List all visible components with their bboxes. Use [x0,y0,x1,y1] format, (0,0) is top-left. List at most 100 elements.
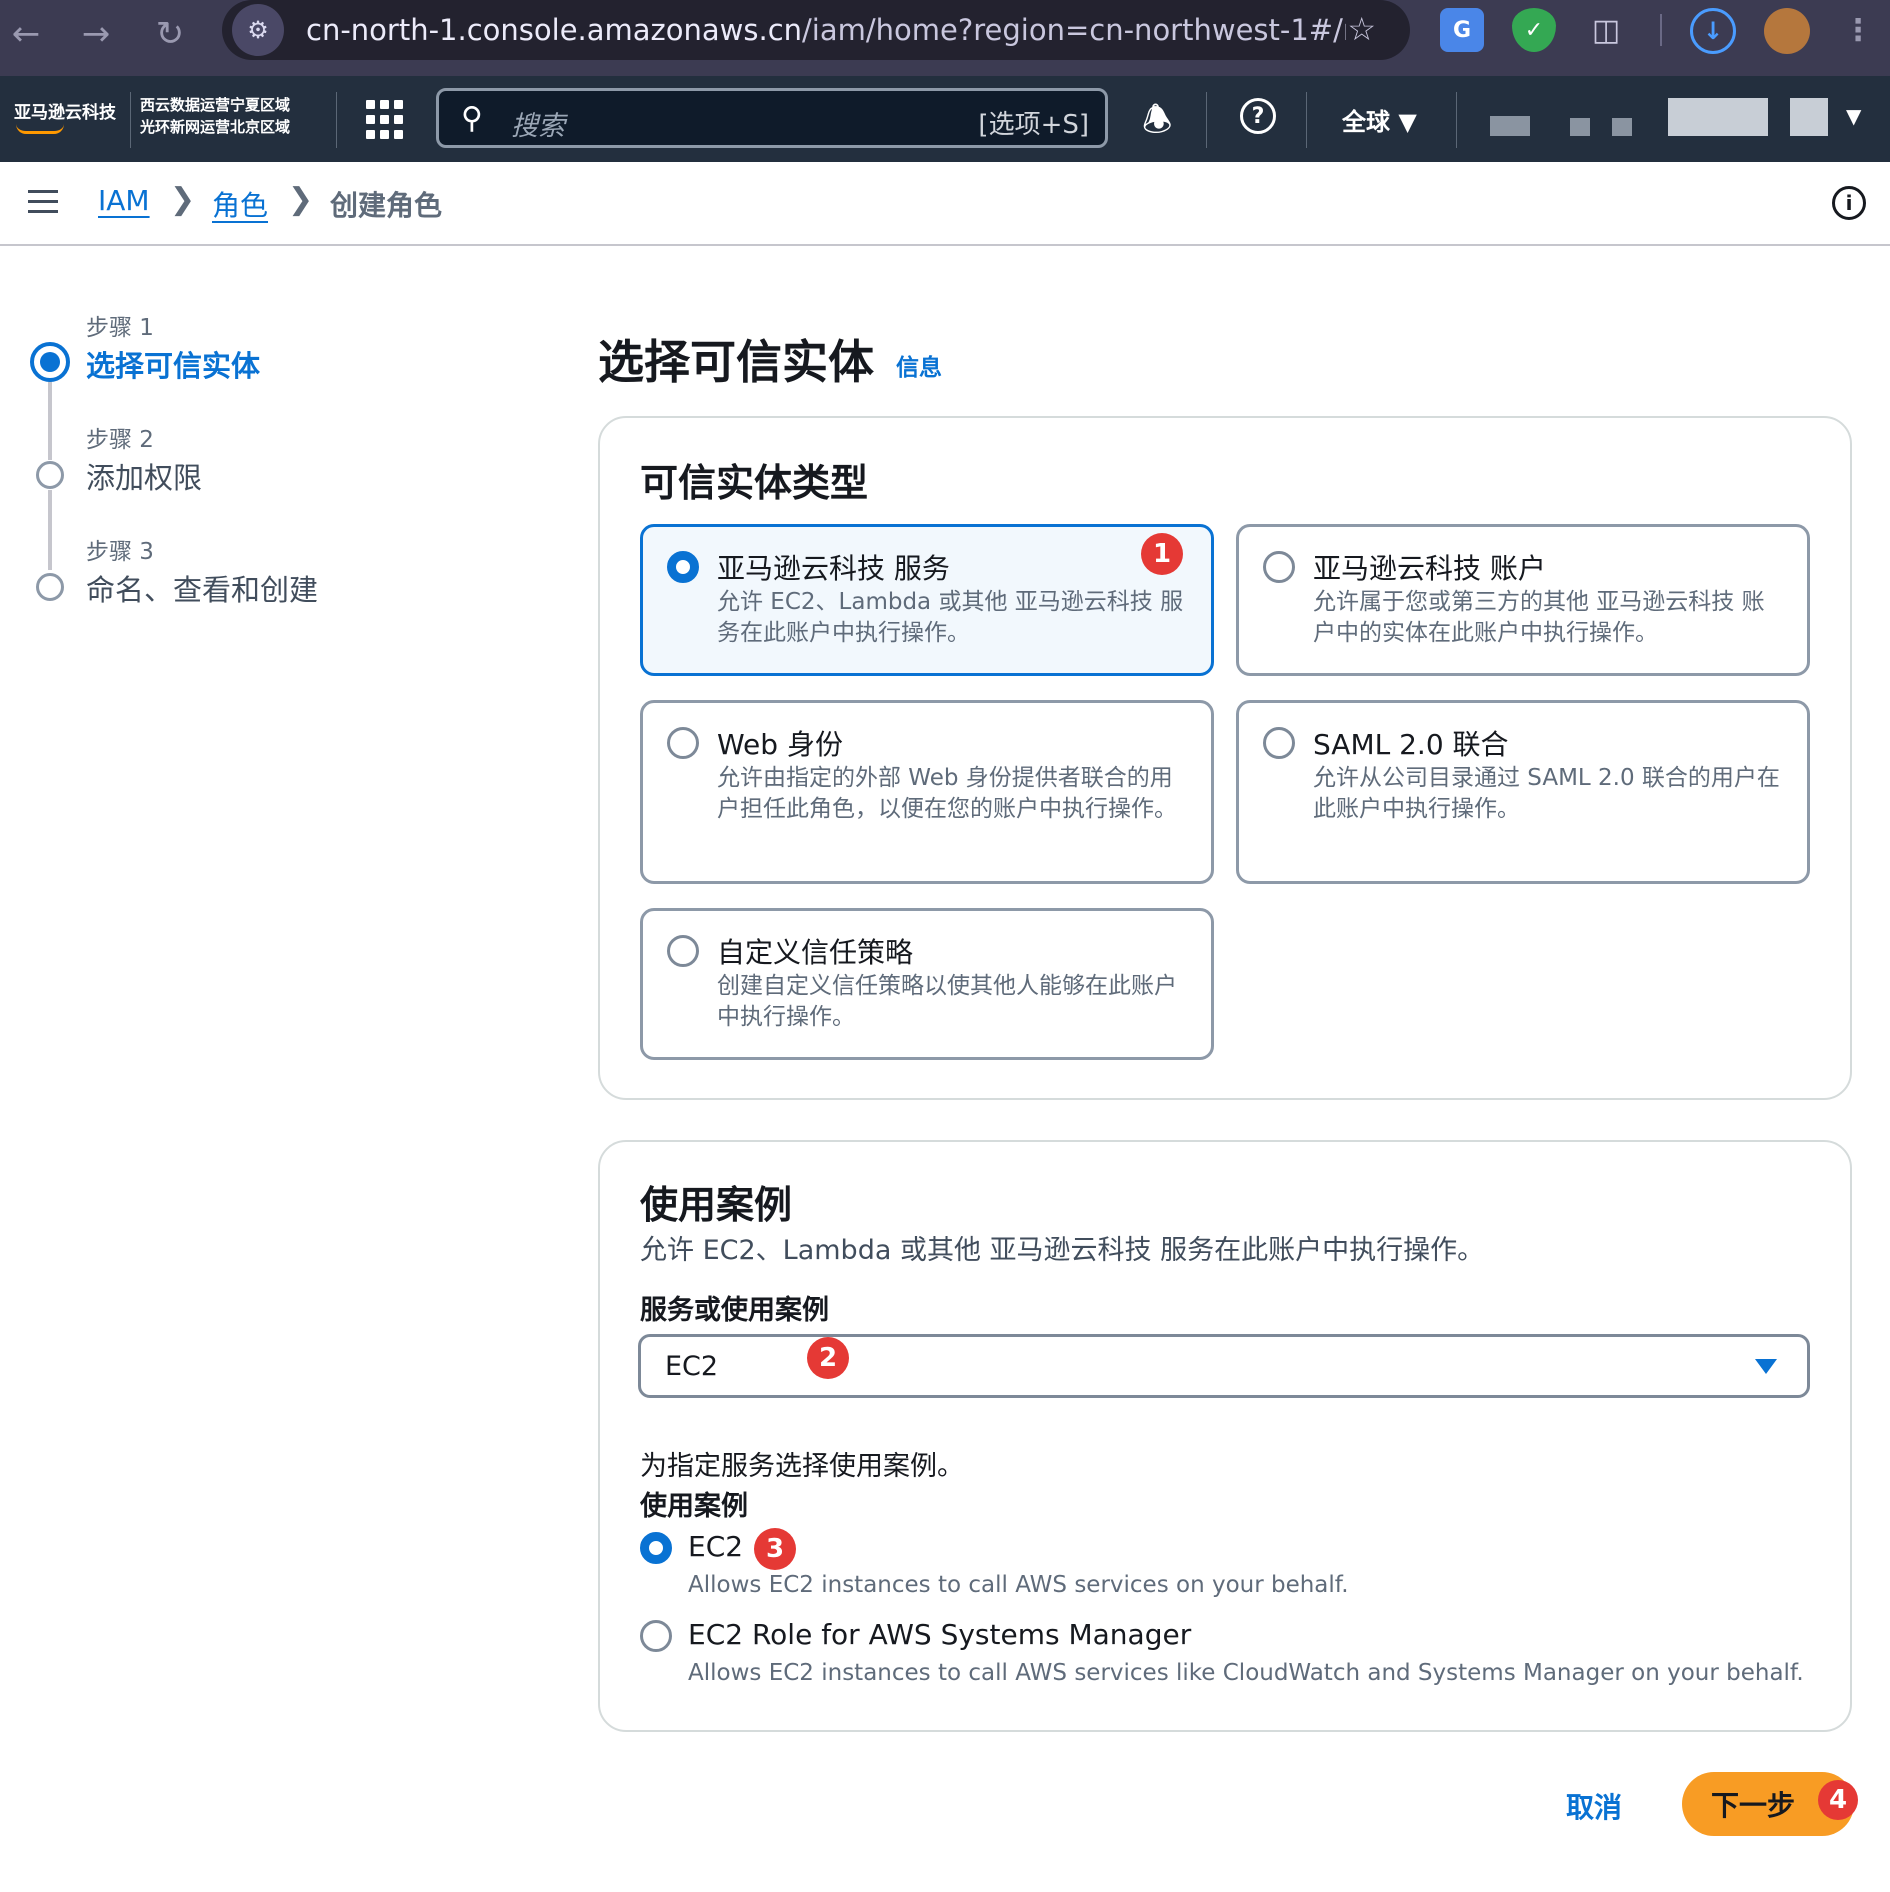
radio-unselected[interactable] [667,935,699,967]
bookmark-star-icon[interactable]: ☆ [1347,10,1376,48]
step-connector [48,380,52,460]
use-case-list-label: 使用案例 [640,1491,748,1522]
help-icon[interactable]: ? [1240,98,1276,134]
shield-extension-icon[interactable]: ✓ [1512,8,1556,52]
use-case-panel: 使用案例 允许 EC2、Lambda 或其他 亚马逊云科技 服务在此账户中执行操… [598,1140,1852,1732]
use-case-subtitle: 允许 EC2、Lambda 或其他 亚马逊云科技 服务在此账户中执行操作。 [640,1235,1485,1266]
use-case-option-title[interactable]: EC2 [688,1530,743,1563]
region-line-2: 光环新网运营北京区域 [140,118,291,136]
services-grid-icon[interactable] [366,100,406,140]
entity-option-title: Web 身份 [717,728,843,761]
radio-unselected[interactable] [1263,727,1295,759]
step-3-label: 命名、查看和创建 [86,573,319,607]
header-divider [1306,92,1307,148]
entity-option-web-identity[interactable]: Web 身份 允许由指定的外部 Web 身份提供者联合的用户担任此角色，以便在您… [640,700,1214,884]
redacted-account-info[interactable] [1668,98,1768,136]
address-bar[interactable]: ⚙ cn-north-1.console.amazonaws.cn/iam/ho… [222,0,1410,60]
console-top-nav: 亚马逊云科技 西云数据运营宁夏区域 光环新网运营北京区域 ⚲ 搜索 [选项+S]… [0,76,1890,162]
radio-selected[interactable] [667,551,699,583]
forward-icon[interactable]: → [72,10,120,58]
breadcrumb-create-role: 创建角色 [330,189,443,222]
region-selector-label: 全球 [1342,108,1390,136]
back-icon[interactable]: ← [2,10,50,58]
extensions-puzzle-icon[interactable]: ◫ [1584,8,1628,52]
use-case-option-desc: Allows EC2 instances to call AWS service… [688,1572,1349,1598]
entity-option-title: 亚马逊云科技 服务 [717,552,950,585]
entity-option-desc: 允许由指定的外部 Web 身份提供者联合的用户担任此角色，以便在您的账户中执行操… [717,765,1177,822]
entity-option-title: SAML 2.0 联合 [1313,728,1509,761]
service-field-label: 服务或使用案例 [640,1295,829,1326]
aws-logo-smile [16,124,64,134]
info-link[interactable]: 信息 [896,348,942,382]
trusted-entity-type-panel: 可信实体类型 亚马逊云科技 服务 允许 EC2、Lambda 或其他 亚马逊云科… [598,416,1852,1100]
redacted-account-info [1490,116,1530,136]
entity-option-title: 自定义信任策略 [717,936,914,969]
entity-option-desc: 允许 EC2、Lambda 或其他 亚马逊云科技 服务在此账户中执行操作。 [717,589,1184,646]
region-selector[interactable]: 全球 ▼ [1342,102,1417,137]
entity-option-aws-account[interactable]: 亚马逊云科技 账户 允许属于您或第三方的其他 亚马逊云科技 账户中的实体在此账户… [1236,524,1810,676]
breadcrumb-iam[interactable]: IAM [98,184,150,217]
trusted-entity-heading: 可信实体类型 [640,461,869,505]
use-case-option-desc: Allows EC2 instances to call AWS service… [688,1660,1804,1686]
entity-option-desc: 创建自定义信任策略以使其他人能够在此账户中执行操作。 [717,973,1177,1030]
annotation-badge-1: 1 [1141,533,1183,575]
site-settings-icon[interactable]: ⚙ [232,4,284,56]
use-case-hint: 为指定服务选择使用案例。 [640,1451,964,1482]
notifications-bell-icon[interactable]: 🕭 [1142,96,1172,153]
entity-option-aws-service[interactable]: 亚马逊云科技 服务 允许 EC2、Lambda 或其他 亚马逊云科技 服务在此账… [640,524,1214,676]
radio-selected[interactable] [640,1532,672,1564]
entity-option-desc: 允许从公司目录通过 SAML 2.0 联合的用户在此账户中执行操作。 [1313,765,1780,822]
redacted-account-info [1570,118,1590,136]
radio-unselected[interactable] [640,1620,672,1652]
search-icon: ⚲ [461,101,483,136]
url-text[interactable]: cn-north-1.console.amazonaws.cn/iam/home… [306,13,1346,47]
region-info: 西云数据运营宁夏区域 光环新网运营北京区域 [140,94,290,138]
use-case-option-title[interactable]: EC2 Role for AWS Systems Manager [688,1618,1191,1651]
breadcrumb: IAM ❯ 角色 ❯ 创建角色 i [0,162,1890,246]
chevron-right-icon: ❯ [288,182,314,217]
translate-extension-icon[interactable]: G [1440,8,1484,52]
profile-avatar[interactable] [1764,8,1810,54]
reload-icon[interactable]: ↻ [146,10,194,58]
step-2-label: 添加权限 [86,461,203,495]
header-divider [336,92,337,148]
header-divider [130,92,131,148]
chevron-down-icon: ▼ [1398,108,1417,136]
search-placeholder: 搜索 [511,111,565,142]
url-path: /iam/home?region=cn-northwest-1#/role... [802,13,1346,47]
entity-option-custom-trust-policy[interactable]: 自定义信任策略 创建自定义信任策略以使其他人能够在此账户中执行操作。 [640,908,1214,1060]
region-line-1: 西云数据运营宁夏区域 [140,96,291,114]
redacted-account-info[interactable] [1790,98,1828,136]
annotation-badge-2: 2 [807,1337,849,1379]
search-shortcut: [选项+S] [978,110,1089,140]
radio-unselected[interactable] [667,727,699,759]
browser-menu-icon[interactable]: ⋮ [1836,8,1880,52]
page-title: 选择可信实体 [598,335,874,389]
caret-down-icon [1755,1359,1777,1374]
info-panel-icon[interactable]: i [1832,186,1866,220]
annotation-badge-4: 4 [1818,1780,1858,1820]
step-2-indicator [36,461,64,489]
step-1-number: 步骤 1 [86,315,154,341]
entity-option-desc: 允许属于您或第三方的其他 亚马逊云科技 账户中的实体在此账户中执行操作。 [1313,589,1765,646]
entity-option-saml-federation[interactable]: SAML 2.0 联合 允许从公司目录通过 SAML 2.0 联合的用户在此账户… [1236,700,1810,884]
step-2-number: 步骤 2 [86,427,154,453]
cancel-button[interactable]: 取消 [1566,1786,1622,1826]
download-icon[interactable]: ↓ [1690,8,1736,54]
service-select[interactable]: EC2 2 [638,1334,1810,1398]
search-input[interactable]: ⚲ 搜索 [选项+S] [436,88,1108,148]
radio-unselected[interactable] [1263,551,1295,583]
chevron-right-icon: ❯ [170,182,196,217]
breadcrumb-roles[interactable]: 角色 [212,184,268,224]
step-1-label[interactable]: 选择可信实体 [86,343,260,385]
annotation-badge-3: 3 [754,1528,796,1570]
use-case-heading: 使用案例 [640,1183,793,1227]
url-host: cn-north-1.console.amazonaws.cn [306,13,803,47]
browser-toolbar: ← → ↻ ⚙ cn-north-1.console.amazonaws.cn/… [0,0,1890,76]
hamburger-menu-icon[interactable] [28,190,58,220]
entity-option-title: 亚马逊云科技 账户 [1313,552,1546,585]
aws-logo[interactable]: 亚马逊云科技 [14,98,116,123]
step-3-number: 步骤 3 [86,539,154,565]
account-chevron-down-icon[interactable]: ▼ [1846,104,1861,128]
service-select-value: EC2 [665,1351,719,1382]
